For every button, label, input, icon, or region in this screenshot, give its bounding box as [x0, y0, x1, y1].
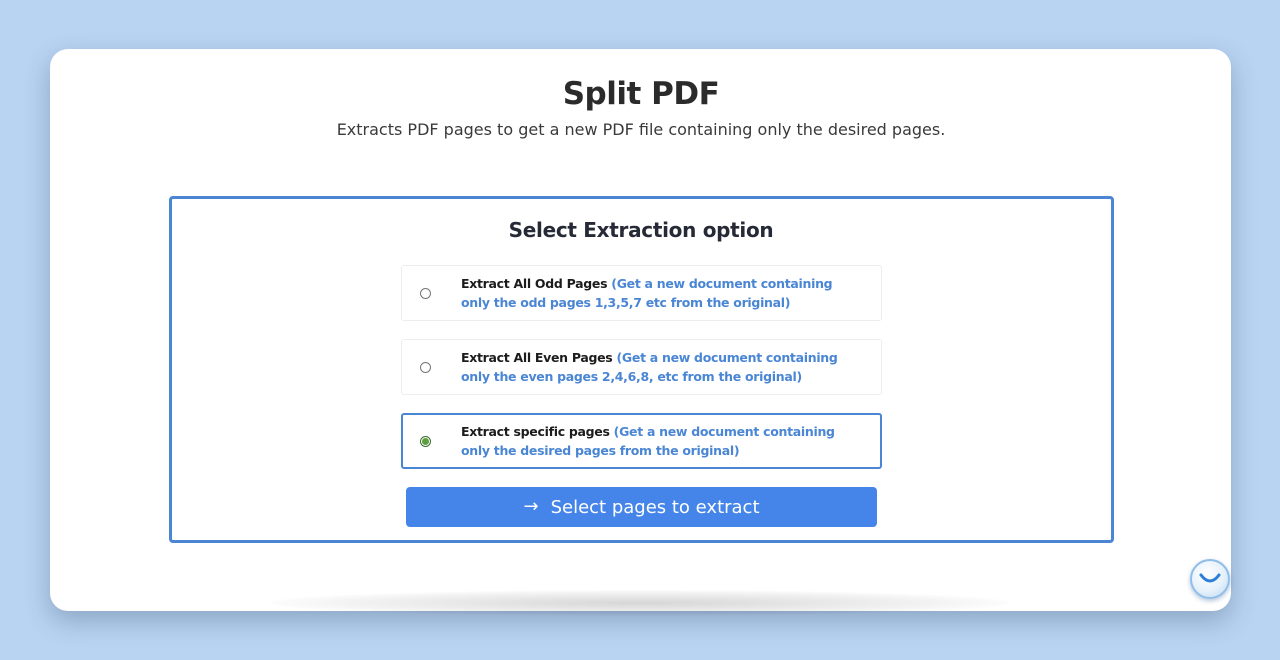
option-label: Extract All Even Pages [461, 350, 613, 365]
arrow-right-icon: → [523, 495, 539, 517]
option-text: Extract specific pages (Get a new docume… [461, 423, 861, 460]
specific-pages-radio[interactable] [420, 436, 431, 447]
smile-chat-icon [1199, 573, 1221, 583]
page-title: Split PDF [562, 76, 720, 112]
option-text: Extract All Even Pages (Get a new docume… [461, 349, 861, 386]
option-label: Extract specific pages [461, 424, 610, 439]
even-pages-radio[interactable] [420, 362, 431, 373]
select-pages-button-label: Select pages to extract [550, 496, 760, 518]
page-subtitle: Extracts PDF pages to get a new PDF file… [336, 120, 946, 139]
option-even-pages[interactable]: Extract All Even Pages (Get a new docume… [401, 339, 882, 395]
option-odd-pages[interactable]: Extract All Odd Pages (Get a new documen… [401, 265, 882, 321]
select-pages-button[interactable]: → Select pages to extract [406, 487, 877, 527]
option-label: Extract All Odd Pages [461, 276, 608, 291]
panel-title: Select Extraction option [508, 218, 774, 242]
option-specific-pages[interactable]: Extract specific pages (Get a new docume… [401, 413, 882, 469]
card-shadow [270, 590, 1010, 616]
option-text: Extract All Odd Pages (Get a new documen… [461, 275, 861, 312]
odd-pages-radio[interactable] [420, 288, 431, 299]
chat-widget-button[interactable] [1190, 559, 1230, 599]
